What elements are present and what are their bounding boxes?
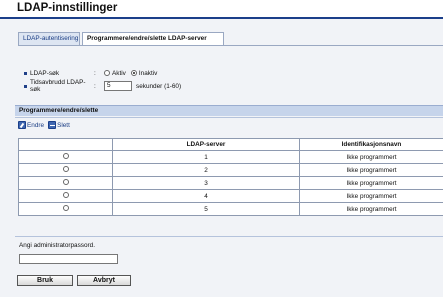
server-name: Ikke programmert [299,150,443,164]
password-label: Angi administratorpassord. [19,242,96,249]
bullet-icon [24,84,27,88]
server-name: Ikke programmert [299,189,443,203]
page-title: LDAP-innstillinger [17,2,118,14]
ldap-search-row: LDAP-søk : Aktiv Inaktiv [24,68,162,78]
row-select-radio[interactable] [62,166,69,172]
title-bar: LDAP-innstillinger [0,0,443,19]
column-header-name: Identifikasjonsnavn [299,138,443,151]
edit-button[interactable]: Endre [18,121,44,129]
table-row[interactable]: 1 Ikke programmert [18,150,443,164]
timeout-label: Tidsavbrudd LDAP-søk [30,79,86,93]
table-row[interactable]: 3 Ikke programmert [18,176,443,190]
ldap-server-table: LDAP-server Identifikasjonsnavn 1 Ikke p… [18,138,443,216]
delete-button[interactable]: Slett [48,121,70,129]
tab-ldap-authentication[interactable]: LDAP-autentisering [18,32,80,46]
server-number: 1 [112,150,300,164]
table-row[interactable]: 2 Ikke programmert [18,163,443,177]
server-name: Ikke programmert [299,163,443,177]
cancel-button[interactable]: Avbryt [77,275,131,286]
server-number: 3 [112,176,300,190]
server-number: 4 [112,189,300,203]
row-select-radio[interactable] [62,192,69,198]
table-row[interactable]: 4 Ikke programmert [18,189,443,203]
timeout-row: Tidsavbrudd LDAP-søk : 5 sekunder (1-60) [24,79,182,93]
footer-divider [15,236,443,237]
radio-active-label[interactable]: Aktiv [112,70,126,77]
radio-active[interactable] [104,70,110,76]
row-select-radio[interactable] [62,205,69,211]
server-name: Ikke programmert [299,176,443,190]
tab-ldap-server[interactable]: Programmere/endre/slette LDAP-server [82,32,224,46]
table-header-row: LDAP-server Identifikasjonsnavn [18,138,443,151]
delete-icon[interactable] [48,121,57,129]
tab-divider [18,45,443,46]
edit-icon[interactable] [18,121,26,129]
row-select-radio[interactable] [62,179,69,185]
toolbar: Endre Slett [18,120,74,130]
section-header: Programmere/endre/slette [15,105,443,116]
column-header-select [18,138,113,151]
apply-button[interactable]: Bruk [17,275,73,286]
bullet-icon [24,71,27,75]
password-input[interactable] [19,254,118,264]
server-name: Ikke programmert [299,202,443,216]
ldap-search-label: LDAP-søk [30,69,60,77]
radio-inactive-label[interactable]: Inaktiv [139,70,157,77]
row-select-radio[interactable] [62,153,69,159]
timeout-input[interactable]: 5 [104,81,132,91]
timeout-unit: sekunder (1-60) [136,82,182,90]
server-number: 5 [112,202,300,216]
section-divider [15,117,443,118]
radio-inactive[interactable] [130,70,137,76]
edit-label[interactable]: Endre [27,122,44,129]
server-number: 2 [112,163,300,177]
column-header-server: LDAP-server [112,138,300,151]
delete-label[interactable]: Slett [57,122,70,129]
table-row[interactable]: 5 Ikke programmert [18,202,443,216]
